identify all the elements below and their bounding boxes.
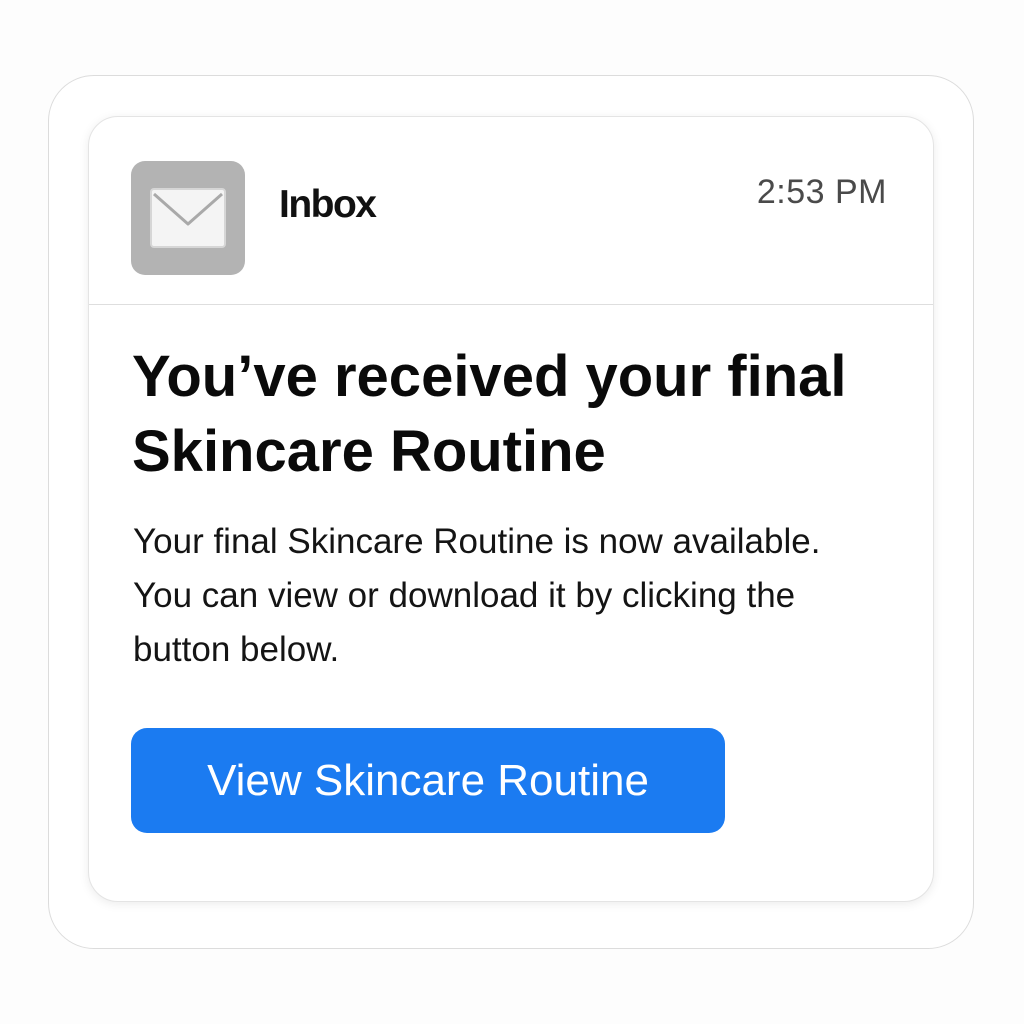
app-name: Inbox [279,183,377,226]
timestamp: 2:53 PM [756,173,887,211]
envelope-icon [150,188,226,248]
message-title: You’ve received your final Skincare Rout… [132,344,847,484]
email-notification-card[interactable]: Inbox 2:53 PM You’ve received your final… [88,116,934,902]
view-skincare-routine-button[interactable]: View Skincare Routine [131,728,725,833]
mail-app-icon[interactable] [131,161,245,275]
message-body: Your final Skincare Routine is now avail… [133,522,821,669]
notification-header: Inbox 2:53 PM [89,117,933,305]
